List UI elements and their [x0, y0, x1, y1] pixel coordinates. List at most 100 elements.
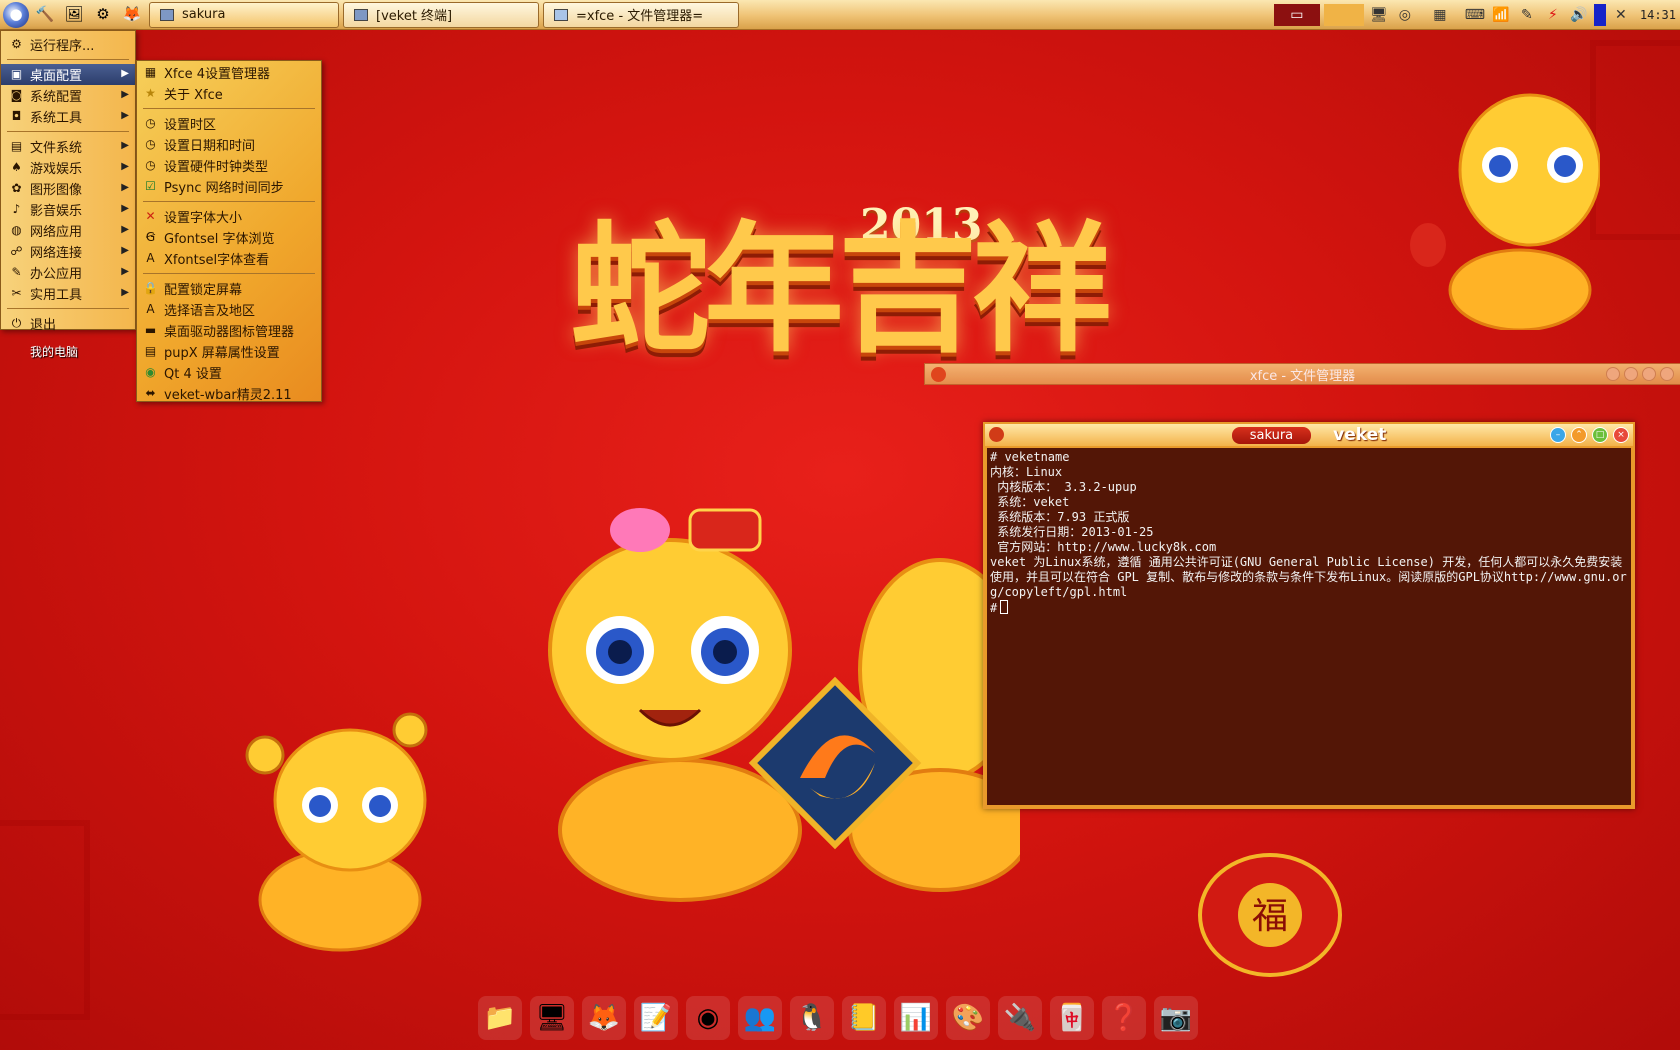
task-file-manager[interactable]: =xfce - 文件管理器=	[543, 1, 739, 28]
browser-dock-icon[interactable]: ◉	[686, 996, 730, 1040]
office-icon: ✎	[11, 265, 22, 279]
submenu-item-timezone[interactable]: ◷ 设置时区	[137, 113, 321, 134]
task-label: sakura	[182, 7, 226, 22]
maximize-icon[interactable]: □	[1592, 427, 1608, 443]
image-viewer-icon[interactable]: 🖼	[61, 2, 87, 28]
wallpaper-lucky-bag: 福	[1198, 853, 1342, 977]
menu-item-run[interactable]: ⚙ 运行程序...	[1, 34, 135, 55]
cpu-graph-icon[interactable]: ▦	[1420, 4, 1460, 26]
keyboard-icon[interactable]: ⌨	[1464, 4, 1486, 26]
flag-icon[interactable]	[1593, 4, 1606, 26]
menu-item-label: veket-wbar精灵2.11	[164, 388, 292, 403]
file-manager-titlebar[interactable]: xfce - 文件管理器	[924, 363, 1680, 385]
maximize-icon[interactable]	[1642, 367, 1656, 381]
window-title: sakura	[1231, 426, 1312, 444]
sync-icon: ☑	[145, 179, 156, 193]
minimize-icon[interactable]: –	[1550, 427, 1566, 443]
menu-item-graphics[interactable]: ✿ 图形图像 ▶	[1, 178, 135, 199]
mahjong-dock-icon[interactable]: 🀄	[1050, 996, 1094, 1040]
terminal-window: sakura veket – ⌃ □ × # veketname 内核：Linu…	[983, 422, 1635, 809]
close-icon[interactable]: ✕	[1610, 4, 1632, 26]
terminal-output[interactable]: # veketname 内核：Linux 内核版本： 3.3.2-upup 系统…	[987, 448, 1631, 805]
menu-separator	[7, 59, 129, 60]
disc-icon[interactable]: ◎	[1394, 4, 1416, 26]
tools-icon[interactable]: ⚙	[90, 2, 116, 28]
folder-icon	[554, 8, 568, 21]
desktop-config-submenu: ▦ Xfce 4设置管理器 ★ 关于 Xfce ◷ 设置时区 ◷ 设置日期和时间…	[136, 60, 322, 404]
clock[interactable]: 14:31	[1640, 8, 1676, 22]
menu-separator	[7, 131, 129, 132]
fox-icon[interactable]: 🦊	[119, 2, 145, 28]
task-sakura[interactable]: sakura	[149, 1, 339, 28]
close-icon[interactable]: ×	[1613, 427, 1629, 443]
users-dock-icon[interactable]: 👥	[738, 996, 782, 1040]
close-icon[interactable]	[1660, 367, 1674, 381]
games-icon: ♠	[11, 160, 22, 174]
submenu-item-hwclock[interactable]: ◷ 设置硬件时钟类型	[137, 155, 321, 176]
fox-dock-icon[interactable]: 🦊	[582, 996, 626, 1040]
menu-item-multimedia[interactable]: ♪ 影音娱乐 ▶	[1, 199, 135, 220]
terminal-titlebar[interactable]: sakura veket – ⌃ □ ×	[985, 424, 1633, 446]
window-menu-icon[interactable]	[989, 427, 1004, 442]
penguin-dock-icon[interactable]: 🐧	[790, 996, 834, 1040]
pen-icon[interactable]: ✎	[1516, 4, 1538, 26]
menu-item-system-config[interactable]: ◙ 系统配置 ▶	[1, 85, 135, 106]
usb-dock-icon[interactable]: 🔌	[998, 996, 1042, 1040]
desktop-config-icon: ▣	[10, 67, 23, 81]
submenu-item-lock-screen[interactable]: 🔒 配置锁定屏幕	[137, 278, 321, 299]
wallpaper-snake-left	[245, 712, 428, 952]
submenu-item-gfontsel[interactable]: Ꞡ Gfontsel 字体浏览	[137, 227, 321, 248]
shade-icon[interactable]	[1624, 367, 1638, 381]
menu-item-exit[interactable]: ⏻ 退出	[1, 313, 135, 334]
help-dock-icon[interactable]: ❓	[1102, 996, 1146, 1040]
menu-item-label: 配置锁定屏幕	[164, 283, 243, 298]
blank-tray-icon[interactable]	[1323, 4, 1364, 26]
window-menu-icon[interactable]	[931, 367, 946, 382]
submenu-item-pupx[interactable]: ▤ pupX 屏幕属性设置	[137, 341, 321, 362]
shade-icon[interactable]: ⌃	[1571, 427, 1587, 443]
submenu-item-font-size[interactable]: ✕ 设置字体大小	[137, 206, 321, 227]
menu-item-system-tools[interactable]: ◘ 系统工具 ▶	[1, 106, 135, 127]
menu-item-label: 设置字体大小	[164, 211, 243, 226]
power-icon[interactable]: ⚡	[1542, 4, 1564, 26]
submenu-item-settings-manager[interactable]: ▦ Xfce 4设置管理器	[137, 62, 321, 83]
system-tools-icon: ◘	[11, 109, 22, 123]
menu-item-office[interactable]: ✎ 办公应用 ▶	[1, 262, 135, 283]
menu-item-filesystem[interactable]: ▤ 文件系统 ▶	[1, 136, 135, 157]
app-menu-icon[interactable]: ●	[3, 1, 29, 28]
menu-item-label: 桌面驱动器图标管理器	[164, 325, 295, 340]
menu-item-label: 桌面配置	[30, 69, 83, 84]
submenu-item-psync[interactable]: ☑ Psync 网络时间同步	[137, 176, 321, 197]
menu-item-label: 退出	[30, 318, 57, 333]
submenu-item-about-xfce[interactable]: ★ 关于 Xfce	[137, 83, 321, 104]
hammer-icon[interactable]: 🔨	[32, 2, 58, 28]
submenu-item-date-time[interactable]: ◷ 设置日期和时间	[137, 134, 321, 155]
menu-item-internet[interactable]: ◍ 网络应用 ▶	[1, 220, 135, 241]
camera-dock-icon[interactable]: 📷	[1154, 996, 1198, 1040]
chart-dock-icon[interactable]: 📊	[894, 996, 938, 1040]
submenu-item-language[interactable]: A 选择语言及地区	[137, 299, 321, 320]
task-veket-terminal[interactable]: [veket 终端]	[343, 1, 539, 28]
paint-dock-icon[interactable]: 🎨	[946, 996, 990, 1040]
menu-item-network[interactable]: ☍ 网络连接 ▶	[1, 241, 135, 262]
menu-item-label: 系统工具	[30, 111, 83, 126]
notebook-dock-icon[interactable]: 📒	[842, 996, 886, 1040]
battery-icon[interactable]: ▭	[1273, 4, 1320, 26]
graphics-icon: ✿	[11, 181, 22, 195]
monitor-dock-icon[interactable]: 🖥	[530, 996, 574, 1040]
menu-item-utilities[interactable]: ✂ 实用工具 ▶	[1, 283, 135, 304]
wifi-icon[interactable]: 📶	[1490, 4, 1512, 26]
menu-item-games[interactable]: ♠ 游戏娱乐 ▶	[1, 157, 135, 178]
volume-icon[interactable]: 🔊	[1568, 4, 1590, 26]
submenu-item-drive-icons[interactable]: ▬ 桌面驱动器图标管理器	[137, 320, 321, 341]
submenu-item-wbar[interactable]: ⬌ veket-wbar精灵2.11	[137, 383, 321, 404]
desktop-icon-my-computer[interactable]: 我的电脑	[30, 343, 78, 360]
submenu-item-qt4[interactable]: ◉ Qt 4 设置	[137, 362, 321, 383]
menu-item-label: 选择语言及地区	[164, 304, 256, 319]
menu-item-desktop-config[interactable]: ▣ 桌面配置 ▶	[1, 64, 135, 85]
submenu-item-xfontsel[interactable]: A Xfontsel字体查看	[137, 248, 321, 269]
editor-dock-icon[interactable]: 📝	[634, 996, 678, 1040]
minimize-icon[interactable]	[1606, 367, 1620, 381]
network-monitor-icon[interactable]: 🖥	[1368, 4, 1390, 26]
file-manager-dock-icon[interactable]: 📁	[478, 996, 522, 1040]
